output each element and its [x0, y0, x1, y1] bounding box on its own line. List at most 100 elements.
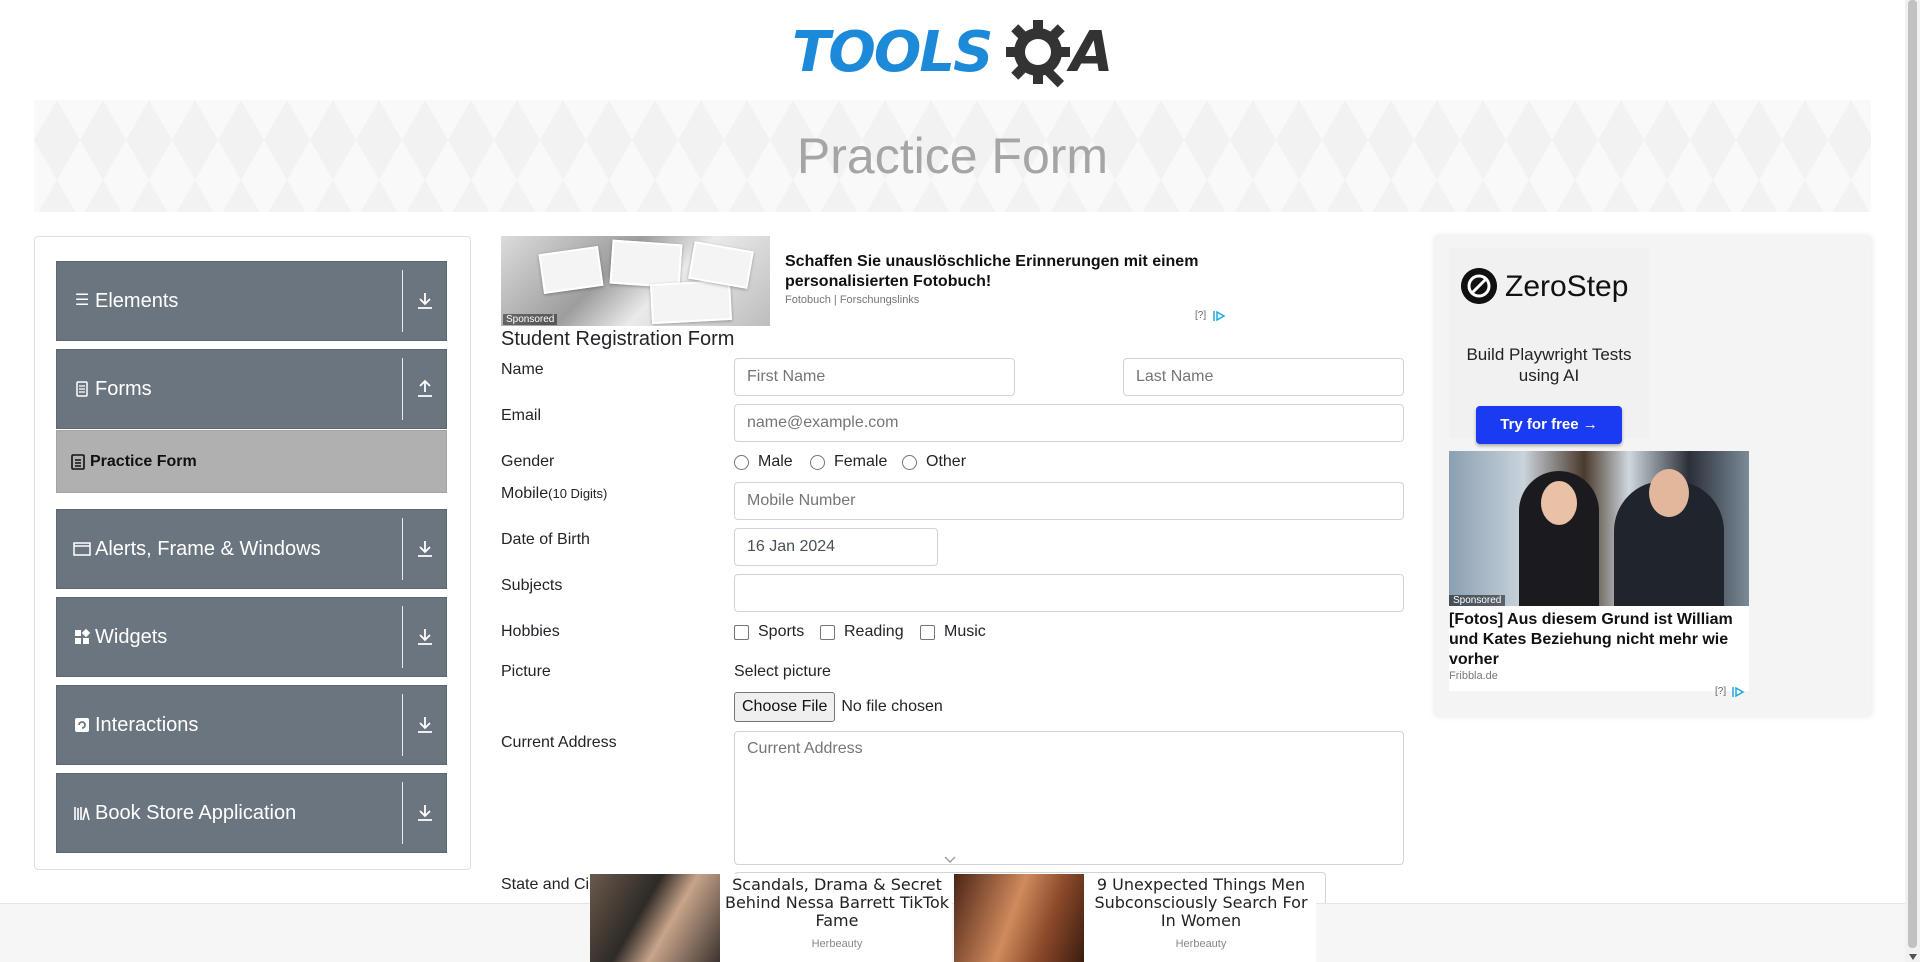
- interactions-icon: [75, 718, 89, 732]
- checkbox[interactable]: [820, 624, 835, 640]
- checkbox[interactable]: [734, 624, 749, 640]
- page-title: Practice Form: [796, 128, 1109, 184]
- mobile-input[interactable]: [734, 482, 1404, 520]
- sidebar-group-label: Elements: [95, 290, 179, 312]
- checkbox-label: Music: [944, 623, 986, 640]
- radio-label: Female: [834, 453, 888, 470]
- choose-file-button[interactable]: Choose File: [734, 692, 836, 722]
- hobbies-label: Hobbies: [501, 623, 560, 640]
- mobile-label: Mobile(10 Digits): [501, 485, 607, 503]
- divider: [402, 518, 403, 580]
- radio-label: Male: [758, 453, 793, 470]
- top-ad[interactable]: Sponsored Schaffen Sie unauslöschliche E…: [501, 236, 1231, 326]
- divider: [402, 782, 403, 844]
- sidebar-group-elements[interactable]: ☰ Elements: [56, 261, 447, 341]
- hobby-checkbox-sports[interactable]: Sports: [734, 623, 804, 641]
- hobby-checkbox-reading[interactable]: Reading: [820, 623, 904, 641]
- gender-label: Gender: [501, 453, 555, 470]
- radio-circle[interactable]: [810, 454, 825, 470]
- divider: [402, 358, 403, 420]
- download-arrow-icon[interactable]: [414, 714, 436, 736]
- vertical-scrollbar[interactable]: [1905, 0, 1920, 962]
- scrollbar-thumb[interactable]: [1908, 0, 1917, 948]
- current-address-textarea[interactable]: [734, 731, 1404, 865]
- adchoices-icon[interactable]: [1212, 310, 1226, 322]
- radio-circle[interactable]: [734, 454, 749, 470]
- ad-photo[interactable]: Sponsored: [1449, 451, 1749, 606]
- divider: [402, 694, 403, 756]
- zerostep-ad[interactable]: ZeroStep Build Playwright Tests using AI…: [1449, 248, 1649, 444]
- ad-headline[interactable]: Schaffen Sie unauslöschliche Erinnerunge…: [785, 252, 1225, 292]
- form-title: Student Registration Form: [501, 328, 735, 350]
- sponsored-label: Sponsored: [1449, 595, 1506, 606]
- sidebar: ☰ Elements Forms Practice Form Alerts, F…: [34, 236, 471, 870]
- sidebar-group-label: Forms: [95, 378, 152, 400]
- try-for-free-button[interactable]: Try for free →: [1476, 406, 1622, 444]
- first-name-input[interactable]: [734, 358, 1015, 396]
- toolsqa-logo[interactable]: TOOLS A: [792, 14, 1118, 90]
- upload-arrow-icon[interactable]: [414, 378, 436, 400]
- sponsored-label: Sponsored: [503, 314, 558, 325]
- gender-radio-other[interactable]: Other: [902, 453, 966, 471]
- radio-circle[interactable]: [902, 454, 917, 470]
- sidebar-group-label: Alerts, Frame & Windows: [95, 538, 321, 560]
- divider: [402, 606, 403, 668]
- ad-source[interactable]: Herbeauty: [1088, 938, 1314, 950]
- ad-source[interactable]: Fribbla.de: [1449, 670, 1498, 682]
- address-label: Current Address: [501, 734, 617, 751]
- email-label: Email: [501, 407, 542, 424]
- download-arrow-icon[interactable]: [414, 802, 436, 824]
- ad-source[interactable]: Fotobuch | Forschungslinks: [785, 294, 919, 306]
- logo-a-text: A: [1070, 20, 1114, 85]
- sidebar-group-alerts[interactable]: Alerts, Frame & Windows: [56, 509, 447, 589]
- sidebar-group-bookstore[interactable]: Book Store Application: [56, 773, 447, 853]
- file-status: No file chosen: [841, 698, 943, 715]
- ad-image[interactable]: [590, 874, 720, 962]
- chevron-down-icon: [944, 856, 956, 863]
- sidebar-item-label: Practice Form: [90, 453, 197, 470]
- hobby-checkbox-music[interactable]: Music: [920, 623, 986, 641]
- bottom-ad-2[interactable]: 9 Unexpected Things Men Subconsciously S…: [954, 874, 1316, 962]
- ad-info-link[interactable]: [?]: [1195, 310, 1206, 321]
- download-arrow-icon[interactable]: [414, 626, 436, 648]
- sidebar-group-label: Widgets: [95, 626, 168, 648]
- form-small-icon: [71, 454, 85, 470]
- state-city-label: State and Ci: [501, 876, 590, 893]
- right-ad[interactable]: ZeroStep Build Playwright Tests using AI…: [1435, 236, 1871, 716]
- ad-image[interactable]: [954, 874, 1084, 962]
- ad-headline[interactable]: Scandals, Drama & Secret Behind Nessa Ba…: [724, 876, 950, 930]
- sidebar-group-label: Book Store Application: [95, 802, 297, 824]
- date-of-birth-input[interactable]: [734, 528, 938, 566]
- bottom-ad-1[interactable]: Scandals, Drama & Secret Behind Nessa Ba…: [590, 874, 952, 962]
- sidebar-group-forms[interactable]: Forms: [56, 349, 447, 429]
- bottom-ad-bar: [0, 903, 1905, 962]
- name-label: Name: [501, 361, 544, 378]
- download-arrow-icon[interactable]: [414, 538, 436, 560]
- logo-tools-text: TOOLS: [792, 20, 993, 85]
- ad-image[interactable]: Sponsored: [501, 236, 770, 326]
- gender-radio-male[interactable]: Male: [734, 453, 793, 471]
- sidebar-group-widgets[interactable]: Widgets: [56, 597, 447, 677]
- widgets-icon: [75, 628, 91, 644]
- subjects-label: Subjects: [501, 577, 563, 594]
- email-input[interactable]: [734, 404, 1404, 442]
- ad-info-link[interactable]: [?]: [1715, 686, 1726, 697]
- checkbox[interactable]: [920, 624, 935, 640]
- subjects-input[interactable]: [734, 574, 1404, 612]
- list-icon: ☰: [74, 292, 90, 309]
- sidebar-item-practice-form[interactable]: Practice Form: [56, 430, 447, 493]
- scroll-down-arrow-icon[interactable]: [1909, 954, 1917, 960]
- divider: [402, 270, 403, 332]
- mobile-label-text: Mobile: [501, 485, 549, 502]
- sidebar-group-label: Interactions: [95, 714, 199, 736]
- books-icon: [74, 807, 90, 821]
- sidebar-group-interactions[interactable]: Interactions: [56, 685, 447, 765]
- dob-label: Date of Birth: [501, 531, 590, 548]
- adchoices-icon[interactable]: [1731, 686, 1745, 698]
- last-name-input[interactable]: [1123, 358, 1404, 396]
- ad-source[interactable]: Herbeauty: [724, 938, 950, 950]
- ad-headline[interactable]: 9 Unexpected Things Men Subconsciously S…: [1088, 876, 1314, 930]
- download-arrow-icon[interactable]: [414, 290, 436, 312]
- gender-radio-female[interactable]: Female: [810, 453, 887, 471]
- file-upload[interactable]: Choose File No file chosen: [734, 692, 943, 722]
